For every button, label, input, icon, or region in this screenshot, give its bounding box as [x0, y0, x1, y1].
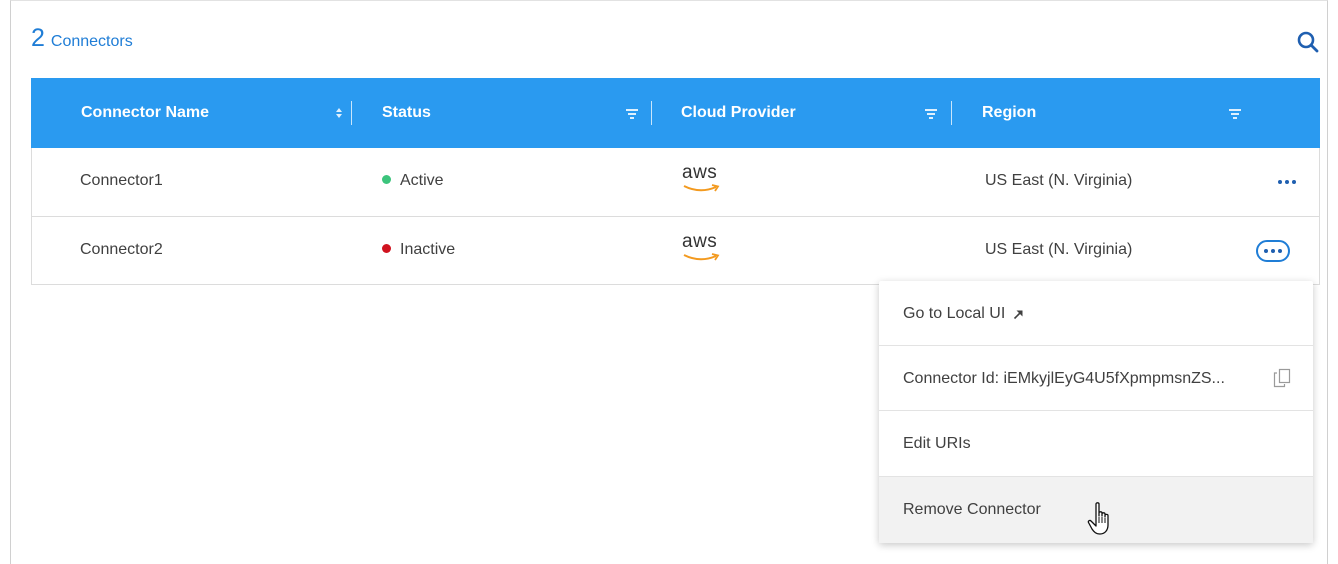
column-header-status[interactable]: Status [382, 78, 431, 148]
column-header-cloud-provider[interactable]: Cloud Provider [681, 78, 796, 148]
filter-icon[interactable] [625, 105, 639, 121]
sort-icon[interactable] [332, 105, 346, 121]
row-actions-button[interactable] [1256, 240, 1290, 262]
row-actions-button[interactable] [1270, 171, 1304, 193]
status-text: Inactive [400, 241, 456, 258]
connectors-table: Connector Name Status Cloud Provider Reg… [31, 78, 1320, 285]
aws-logo: aws [682, 162, 726, 196]
page-title: 2 Connectors [31, 24, 133, 53]
column-divider [351, 101, 352, 125]
column-header-connector-name[interactable]: Connector Name [81, 78, 209, 148]
status-dot-inactive [382, 244, 391, 254]
hand-pointer-cursor-icon [1087, 502, 1109, 535]
connector-count: 2 [31, 24, 45, 52]
menu-item-connector-id: Connector Id: iEMkyjlEyG4U5fXpmpmsnZS... [879, 346, 1313, 412]
table-header: Connector Name Status Cloud Provider Reg… [31, 78, 1320, 148]
menu-item-go-to-local-ui[interactable]: Go to Local UI [879, 281, 1313, 347]
status-cell: Active [382, 172, 444, 190]
search-button[interactable] [1296, 30, 1320, 54]
connector-name: Connector1 [80, 172, 163, 189]
region-cell: US East (N. Virginia) [985, 241, 1133, 258]
connector-id-text: Connector Id: iEMkyjlEyG4U5fXpmpmsnZS... [903, 370, 1225, 387]
status-cell: Inactive [382, 241, 455, 259]
aws-logo: aws [682, 231, 726, 265]
menu-item-edit-uris[interactable]: Edit URIs [879, 411, 1313, 477]
region-cell: US East (N. Virginia) [985, 172, 1133, 189]
status-dot-active [382, 175, 391, 185]
filter-icon[interactable] [1228, 105, 1242, 121]
status-text: Active [400, 172, 444, 189]
filter-icon[interactable] [924, 105, 938, 121]
external-link-icon [1014, 309, 1023, 319]
column-divider [651, 101, 652, 125]
table-row[interactable]: Connector1 Active aws US East (N. Virgin… [32, 148, 1319, 216]
table-row[interactable]: Connector2 Inactive aws US East (N. Virg… [32, 217, 1319, 285]
connector-name: Connector2 [80, 241, 163, 258]
connector-count-label: Connectors [50, 33, 133, 50]
copy-icon[interactable] [1273, 368, 1291, 388]
column-divider [951, 101, 952, 125]
search-icon [1297, 31, 1319, 53]
column-header-region[interactable]: Region [982, 78, 1036, 148]
